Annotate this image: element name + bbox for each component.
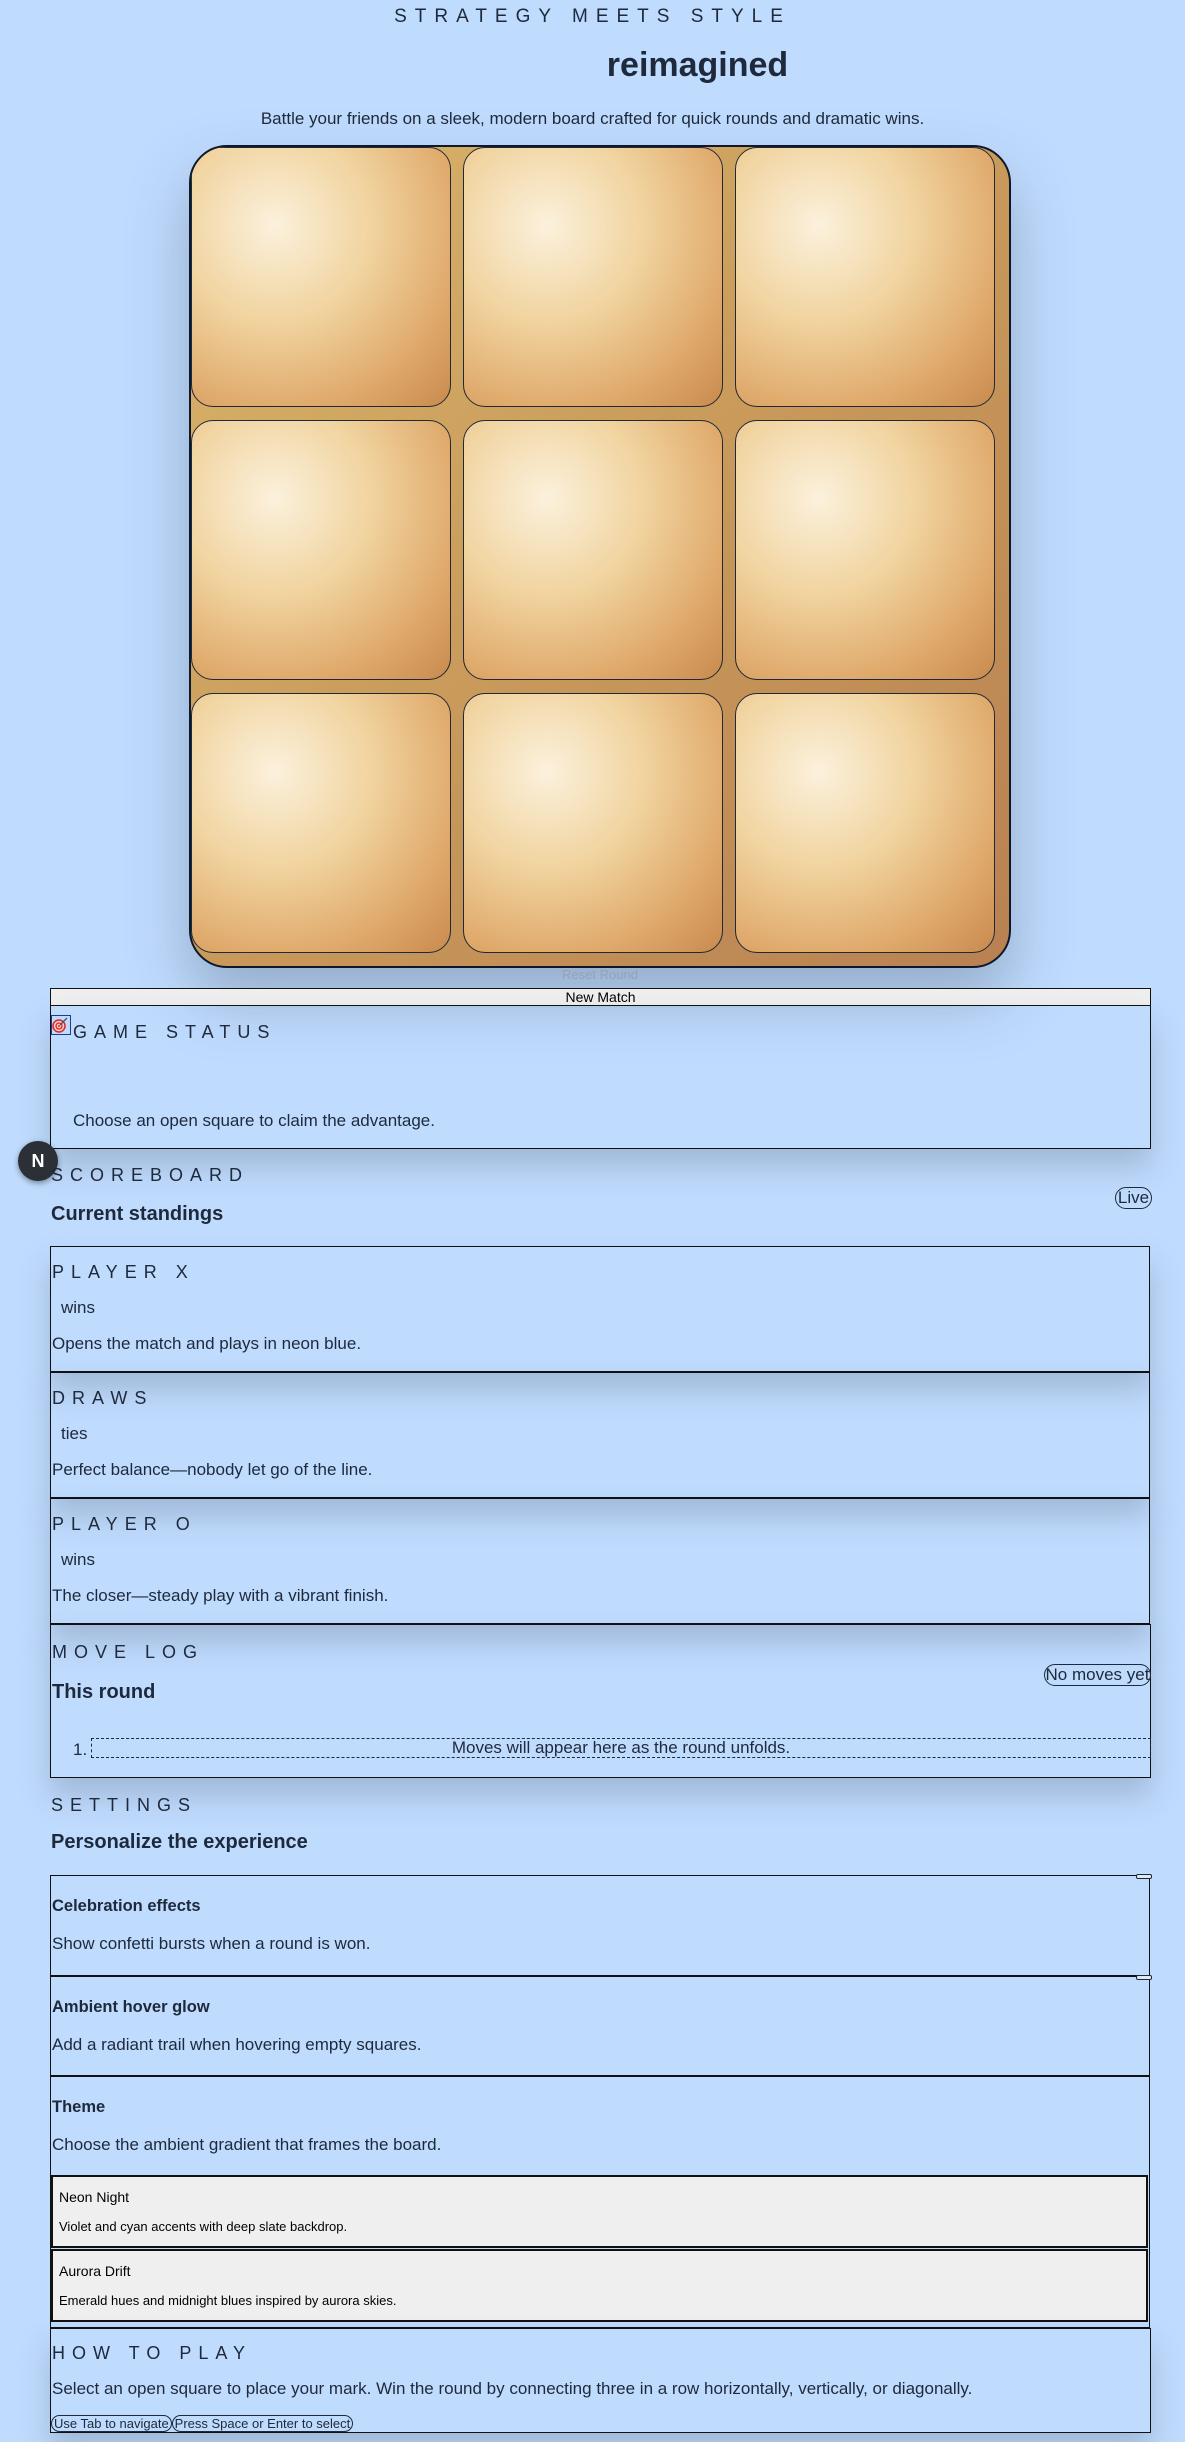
scoreboard-section: SCOREBOARD Current standings Live PLAYER… bbox=[50, 1149, 1152, 1624]
settings-eyebrow: SETTINGS bbox=[51, 1795, 198, 1815]
score-card-unit: ties bbox=[61, 1424, 88, 1443]
no-moves-badge: No moves yet bbox=[1044, 1664, 1151, 1686]
theme-option-aurora-drift[interactable]: Aurora Drift Emerald hues and midnight b… bbox=[51, 2249, 1148, 2322]
move-log-empty-message: Moves will appear here as the round unfo… bbox=[91, 1738, 1151, 1758]
setting-ambient-hover-glow[interactable]: Ambient hover glow Add a radiant trail w… bbox=[50, 1975, 1152, 2076]
score-card-description: The closer—steady play with a vibrant fi… bbox=[52, 1586, 389, 1605]
theme-description: Emerald hues and midnight blues inspired… bbox=[59, 2293, 397, 2308]
theme-name: Aurora Drift bbox=[59, 2263, 131, 2279]
setting-description: Show confetti bursts when a round is won… bbox=[52, 1934, 371, 1953]
scoreboard-title: Current standings bbox=[51, 1203, 224, 1225]
setting-title: Celebration effects bbox=[52, 1897, 201, 1915]
board-cell-8[interactable] bbox=[463, 693, 723, 953]
live-badge: Live bbox=[1115, 1187, 1152, 1209]
move-log-panel: MOVE LOG This round No moves yet 1. Move… bbox=[50, 1624, 1151, 1778]
setting-description: Add a radiant trail when hovering empty … bbox=[52, 2035, 422, 2054]
board-cell-5[interactable] bbox=[463, 420, 723, 680]
hint-space-enter: Press Space or Enter to select bbox=[171, 2415, 354, 2432]
hero-eyebrow: STRATEGY MEETS STYLE bbox=[394, 6, 791, 27]
score-card-description: Perfect balance—nobody let go of the lin… bbox=[52, 1460, 373, 1479]
board-cell-1[interactable] bbox=[191, 147, 451, 407]
hint-pills: Use Tab to navigate Press Space or Enter… bbox=[51, 2415, 354, 2432]
score-card-label: DRAWS bbox=[52, 1388, 154, 1408]
page-title: reimagined bbox=[606, 46, 789, 84]
score-card-player-x: PLAYER X wins Opens the match and plays … bbox=[50, 1246, 1150, 1372]
board-cell-4[interactable] bbox=[191, 420, 451, 680]
score-card-description: Opens the match and plays in neon blue. bbox=[52, 1334, 362, 1353]
new-match-button[interactable]: New Match bbox=[50, 988, 1151, 1006]
move-log-item-number: 1. bbox=[73, 1740, 88, 1759]
board-cell-3[interactable] bbox=[735, 147, 995, 407]
how-to-play-text: Select an open square to place your mark… bbox=[52, 2379, 973, 2398]
board-cell-9[interactable] bbox=[735, 693, 995, 953]
setting-title: Ambient hover glow bbox=[52, 1998, 210, 2016]
setting-celebration-effects[interactable]: Celebration effects Show confetti bursts… bbox=[50, 1874, 1152, 1976]
status-eyebrow: GAME STATUS bbox=[73, 1022, 277, 1042]
score-card-unit: wins bbox=[61, 1298, 96, 1317]
setting-description: Choose the ambient gradient that frames … bbox=[52, 2135, 442, 2154]
status-message: Choose an open square to claim the advan… bbox=[73, 1111, 435, 1130]
hover-glow-toggle[interactable] bbox=[1136, 1975, 1152, 1980]
theme-description: Violet and cyan accents with deep slate … bbox=[59, 2219, 348, 2234]
score-card-label: PLAYER X bbox=[52, 1262, 195, 1282]
settings-title: Personalize the experience bbox=[51, 1831, 308, 1853]
board-cell-7[interactable] bbox=[191, 693, 451, 953]
scoreboard-eyebrow: SCOREBOARD bbox=[51, 1165, 250, 1185]
celebration-toggle[interactable] bbox=[1136, 1874, 1152, 1879]
avatar-letter: N bbox=[31, 1151, 45, 1171]
theme-option-neon-night[interactable]: Neon Night Violet and cyan accents with … bbox=[51, 2175, 1148, 2248]
hint-tab-navigate: Use Tab to navigate bbox=[51, 2415, 172, 2432]
how-to-play-eyebrow: HOW TO PLAY bbox=[52, 2343, 253, 2363]
board-cell-2[interactable] bbox=[463, 147, 723, 407]
status-icon bbox=[51, 1015, 71, 1035]
move-log-eyebrow: MOVE LOG bbox=[52, 1642, 205, 1662]
score-card-unit: wins bbox=[61, 1550, 96, 1569]
how-to-play-panel: HOW TO PLAY Select an open square to pla… bbox=[50, 2328, 1151, 2433]
board-cell-6[interactable] bbox=[735, 420, 995, 680]
reset-round-button[interactable]: Reset Round bbox=[0, 967, 1185, 982]
hero-subtitle: Battle your friends on a sleek, modern b… bbox=[260, 109, 925, 128]
game-status-panel: GAME STATUS Choose an open square to cla… bbox=[50, 1005, 1151, 1149]
score-card-player-o: PLAYER O wins The closer—steady play wit… bbox=[50, 1498, 1150, 1624]
score-card-label: PLAYER O bbox=[52, 1514, 197, 1534]
setting-title: Theme bbox=[52, 2098, 106, 2116]
move-log-title: This round bbox=[52, 1681, 156, 1703]
score-card-draws: DRAWS ties Perfect balance—nobody let go… bbox=[50, 1372, 1150, 1498]
game-board bbox=[189, 145, 1011, 968]
theme-name: Neon Night bbox=[59, 2189, 130, 2205]
